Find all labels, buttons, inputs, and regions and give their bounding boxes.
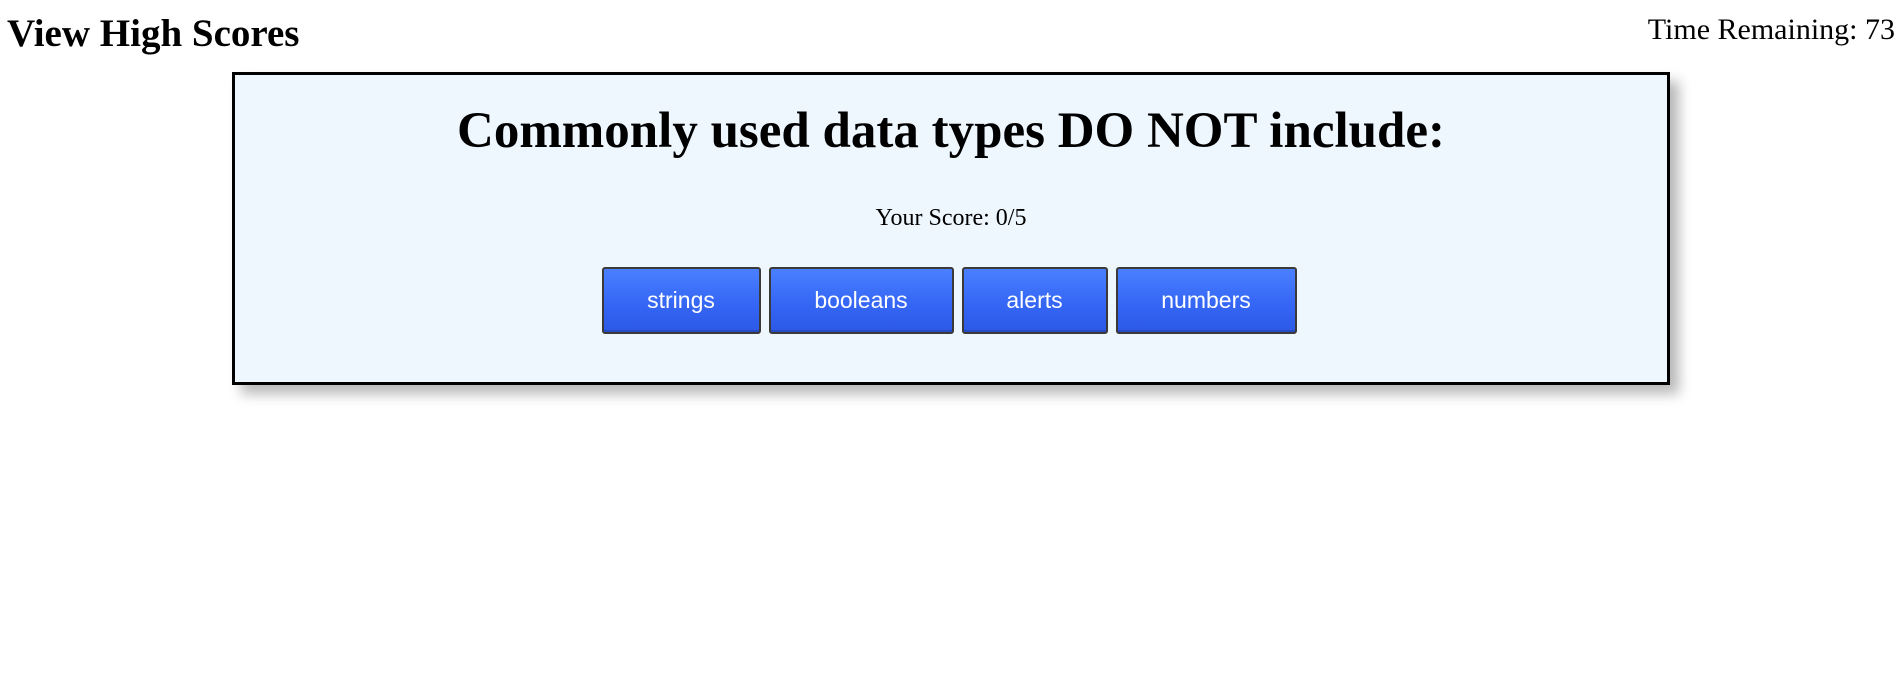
score-display: Your Score: 0/5	[235, 203, 1667, 233]
answer-choices: strings booleans alerts numbers	[235, 267, 1667, 334]
quiz-card: Commonly used data types DO NOT include:…	[232, 72, 1670, 385]
score-value: 0/5	[995, 205, 1027, 231]
answer-button-booleans[interactable]: booleans	[768, 267, 954, 334]
answer-button-numbers[interactable]: numbers	[1115, 267, 1297, 334]
header: View High Scores Time Remaining: 73	[0, 0, 1904, 70]
answer-button-strings[interactable]: strings	[601, 267, 761, 334]
timer-label: Time Remaining:	[1647, 13, 1865, 46]
score-label: Your Score:	[875, 205, 996, 231]
timer-value: 73	[1865, 13, 1895, 46]
answer-button-alerts[interactable]: alerts	[961, 267, 1108, 334]
question-text: Commonly used data types DO NOT include:	[456, 103, 1445, 159]
time-remaining: Time Remaining: 73	[1648, 10, 1895, 50]
view-high-scores-link[interactable]: View High Scores	[7, 10, 299, 58]
